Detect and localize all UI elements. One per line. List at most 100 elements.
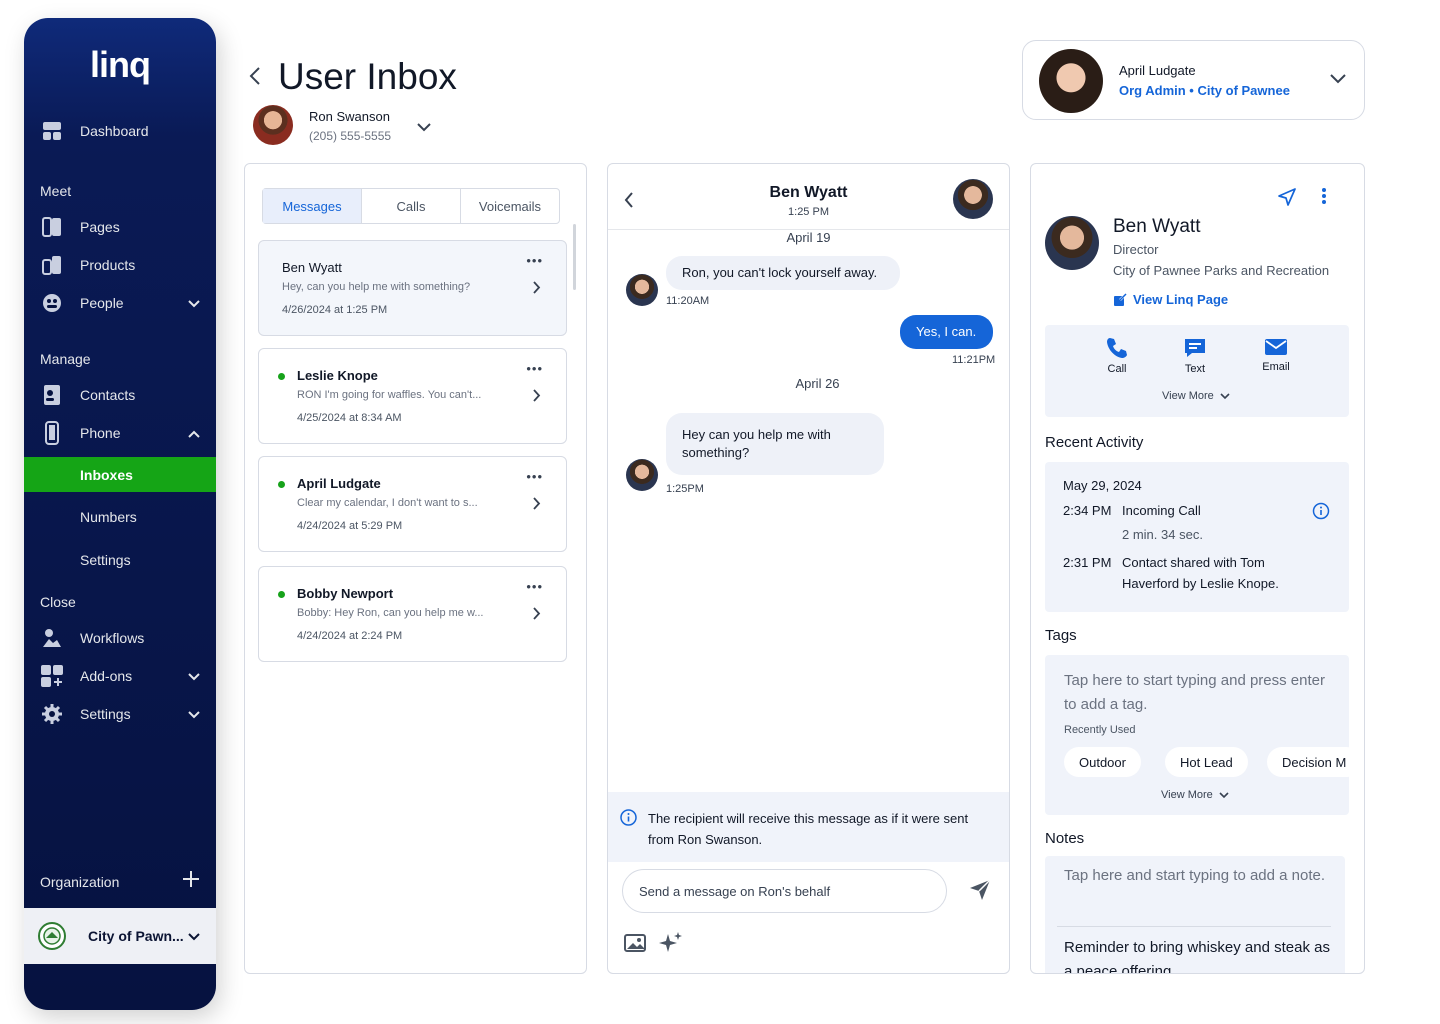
activity-subtext: 2 min. 34 sec. — [1122, 527, 1203, 542]
contact-title: Director — [1113, 242, 1159, 257]
activity-date: May 29, 2024 — [1063, 478, 1142, 493]
info-icon — [620, 809, 637, 831]
section-meet: Meet — [40, 183, 72, 199]
nav-dashboard[interactable]: Dashboard — [24, 114, 216, 148]
tag-chip[interactable]: Hot Lead — [1165, 747, 1248, 777]
more-options-icon[interactable]: ••• — [526, 361, 543, 376]
phone-device-icon — [40, 421, 64, 445]
conversation-item[interactable]: Ben Wyatt Hey, can you help me with some… — [258, 240, 567, 336]
tags-input[interactable]: Tap here to start typing and press enter… — [1045, 655, 1349, 815]
more-options-icon[interactable]: ••• — [526, 469, 543, 484]
conversation-list-panel: Messages Calls Voicemails Ben Wyatt Hey,… — [244, 163, 587, 974]
contact-name: Ben Wyatt — [1113, 216, 1201, 237]
user-selector[interactable]: Ron Swanson (205) 555-5555 — [253, 105, 431, 145]
conversation-date: 4/26/2024 at 1:25 PM — [282, 304, 388, 316]
conversation-name: Ben Wyatt — [282, 260, 342, 275]
nav-workflows[interactable]: Workflows — [24, 621, 216, 655]
conversation-preview: Clear my calendar, I don't want to s... — [297, 497, 478, 509]
view-more-button[interactable]: View More — [1161, 789, 1229, 801]
organization-switcher[interactable]: City of Pawn... — [24, 908, 216, 964]
more-vertical-icon[interactable] — [1321, 187, 1327, 210]
organization-label: Organization — [40, 874, 120, 890]
nav-label: Settings — [80, 706, 131, 722]
divider — [1057, 926, 1331, 927]
message-input-placeholder: Send a message on Ron's behalf — [639, 884, 831, 899]
unread-dot — [278, 481, 285, 488]
call-button[interactable]: Call — [1087, 337, 1147, 375]
chat-contact-name: Ben Wyatt — [769, 184, 848, 201]
contact-actions: Call Text Email View More — [1045, 325, 1349, 417]
notes-area[interactable]: Tap here and start typing to add a note.… — [1045, 856, 1345, 973]
chevron-down-icon — [1330, 71, 1346, 89]
nav-pages[interactable]: Pages — [24, 210, 216, 244]
unread-dot — [278, 591, 285, 598]
nav-phone[interactable]: Phone — [24, 416, 216, 450]
info-icon[interactable] — [1312, 502, 1330, 523]
phone-icon — [1107, 338, 1127, 358]
nav-label: Add-ons — [80, 668, 133, 684]
nav-numbers[interactable]: Numbers — [24, 499, 216, 534]
conversation-item[interactable]: Bobby Newport Bobby: Hey Ron, can you he… — [258, 566, 567, 662]
notice-text: The recipient will receive this message … — [648, 811, 969, 847]
org-name: City of Pawn... — [88, 928, 184, 944]
nav-label: Pages — [80, 219, 120, 235]
ai-sparkle-icon[interactable] — [658, 930, 684, 961]
contact-detail-panel: Ben Wyatt Director City of Pawnee Parks … — [1030, 163, 1365, 974]
nav-label: Workflows — [80, 630, 145, 646]
nav-inboxes[interactable]: Inboxes — [24, 457, 216, 492]
recent-activity-card: May 29, 2024 2:34 PM Incoming Call 2 min… — [1045, 462, 1349, 612]
share-send-icon[interactable] — [1277, 187, 1297, 212]
nav-phone-settings[interactable]: Settings — [24, 542, 216, 577]
tab-voicemails[interactable]: Voicemails — [461, 189, 559, 223]
conversation-item[interactable]: Leslie Knope RON I'm going for waffles. … — [258, 348, 567, 444]
email-button[interactable]: Email — [1246, 337, 1306, 373]
chevron-down-icon — [1219, 791, 1229, 798]
conversation-date: 4/25/2024 at 8:34 AM — [297, 412, 402, 424]
conversation-name: Bobby Newport — [297, 586, 394, 601]
text-button[interactable]: Text — [1165, 337, 1225, 375]
addons-icon — [40, 664, 64, 688]
scrollbar[interactable] — [573, 224, 576, 290]
avatar — [626, 459, 658, 491]
nav-people[interactable]: People — [24, 286, 216, 320]
tab-calls[interactable]: Calls — [362, 189, 461, 223]
message-time: 11:21PM — [952, 354, 996, 366]
tag-chip[interactable]: Decision M — [1267, 747, 1349, 777]
more-options-icon[interactable]: ••• — [526, 579, 543, 594]
conversation-date: 4/24/2024 at 2:24 PM — [297, 630, 403, 642]
tag-chip[interactable]: Outdoor — [1064, 747, 1141, 777]
impersonation-notice: The recipient will receive this message … — [608, 792, 1009, 862]
nav-settings[interactable]: Settings — [24, 697, 216, 731]
more-options-icon[interactable]: ••• — [526, 253, 543, 268]
tab-messages[interactable]: Messages — [263, 189, 362, 223]
nav-contacts[interactable]: Contacts — [24, 378, 216, 412]
avatar[interactable] — [953, 179, 993, 219]
date-divider: April 19 — [786, 230, 831, 245]
recently-used-label: Recently Used — [1064, 724, 1136, 736]
chevron-right-icon — [533, 497, 541, 515]
user-name: Ron Swanson — [309, 109, 390, 124]
chevron-down-icon — [188, 295, 200, 311]
send-icon[interactable] — [968, 878, 992, 907]
city-seal-icon — [38, 922, 66, 950]
chat-panel: Ben Wyatt 1:25 PM April 19 Ron, you can'… — [607, 163, 1010, 974]
nav-products[interactable]: Products — [24, 248, 216, 282]
tags-title: Tags — [1045, 627, 1077, 644]
account-menu[interactable]: April Ludgate Org Admin • City of Pawnee — [1022, 40, 1365, 120]
back-icon[interactable] — [248, 66, 262, 91]
image-attach-icon[interactable] — [624, 932, 648, 959]
date-divider: April 26 — [795, 376, 840, 391]
add-organization-icon[interactable] — [182, 870, 200, 893]
view-linq-page-link[interactable]: View Linq Page — [1113, 292, 1228, 307]
nav-label: Contacts — [80, 387, 136, 403]
conversation-item[interactable]: April Ludgate Clear my calendar, I don't… — [258, 456, 567, 552]
avatar — [626, 274, 658, 306]
nav-label: Products — [80, 257, 136, 273]
nav-addons[interactable]: Add-ons — [24, 659, 216, 693]
message-input[interactable]: Send a message on Ron's behalf — [622, 869, 947, 913]
chevron-right-icon — [533, 607, 541, 625]
view-more-button[interactable]: View More — [1162, 390, 1230, 402]
conversation-name: Leslie Knope — [297, 368, 378, 383]
conversation-date: 4/24/2024 at 5:29 PM — [297, 520, 403, 532]
nav-label: Phone — [80, 425, 121, 441]
